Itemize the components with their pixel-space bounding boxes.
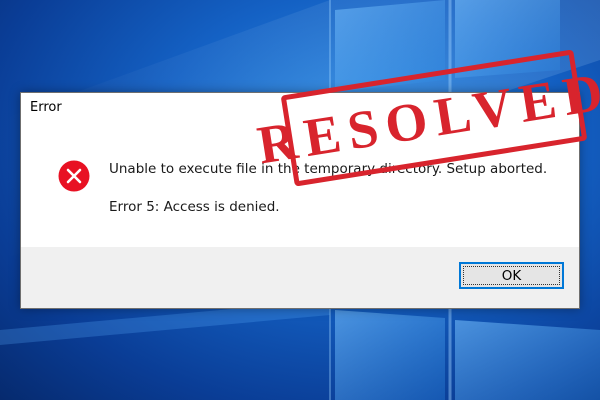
dialog-title: Error <box>30 100 62 115</box>
error-icon <box>58 160 90 192</box>
focus-rectangle <box>463 266 560 285</box>
ok-button[interactable]: OK <box>459 262 564 289</box>
dialog-footer: OK <box>21 247 579 308</box>
error-code: Error 5: Access is denied. <box>109 199 280 215</box>
